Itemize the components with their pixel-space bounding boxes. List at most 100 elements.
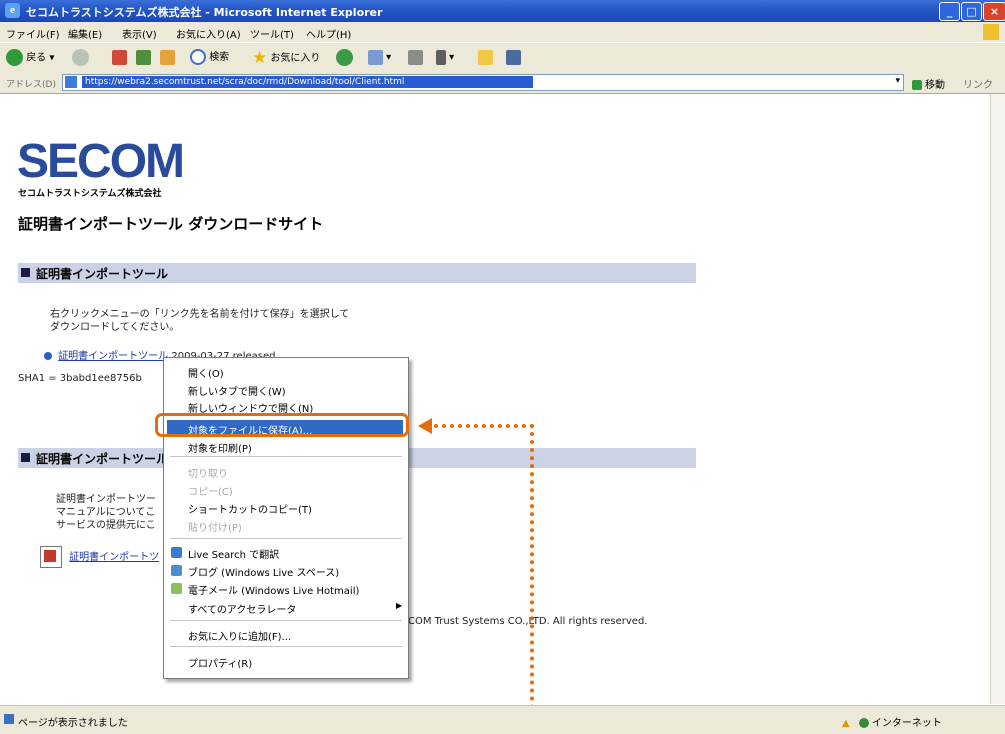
forward-arrow-icon bbox=[72, 49, 89, 66]
manual-download-link[interactable]: 証明書インポートツ bbox=[69, 552, 159, 563]
menu-item-add-favorites[interactable]: お気に入りに追加(F)... bbox=[188, 628, 291, 643]
folder-button[interactable] bbox=[478, 49, 493, 67]
close-button[interactable]: × bbox=[983, 2, 1005, 21]
menu-item-copy: コピー(C) bbox=[188, 487, 233, 498]
menu-separator bbox=[170, 620, 402, 621]
maximize-button[interactable]: □ bbox=[961, 2, 982, 21]
minimize-button[interactable]: _ bbox=[939, 2, 960, 21]
pdf-icon bbox=[40, 546, 62, 568]
home-button[interactable] bbox=[160, 49, 175, 67]
forward-button[interactable] bbox=[72, 49, 89, 67]
address-input[interactable]: https://webra2.secomtrust.net/scra/doc/r… bbox=[62, 74, 904, 91]
menu-item-open-new-tab[interactable]: 新しいタブで開く(W) bbox=[188, 383, 286, 398]
menu-separator bbox=[170, 456, 402, 457]
back-arrow-icon bbox=[6, 49, 23, 66]
tool-download-link[interactable]: 証明書インポートツール bbox=[58, 351, 168, 362]
bullet-square-icon bbox=[21, 453, 30, 462]
edit-icon bbox=[436, 49, 446, 65]
address-label: アドレス(D) bbox=[6, 80, 56, 90]
menu-item-properties[interactable]: プロパティ(R) bbox=[188, 655, 252, 670]
zone-label: インターネット bbox=[871, 718, 942, 729]
star-icon: ★ bbox=[252, 48, 268, 68]
globe-icon bbox=[858, 718, 869, 728]
status-text: ページが表示されました bbox=[18, 718, 128, 729]
menu-separator bbox=[170, 646, 402, 647]
section-title: 証明書インポートツール bbox=[36, 267, 169, 281]
home-icon bbox=[160, 49, 175, 65]
messenger-icon bbox=[506, 49, 521, 65]
search-icon bbox=[190, 49, 206, 65]
page-title: 証明書インポートツール ダウンロードサイト bbox=[18, 215, 324, 233]
history-icon bbox=[336, 49, 353, 66]
refresh-icon bbox=[136, 49, 151, 65]
back-label: 戻る bbox=[26, 52, 47, 64]
refresh-button[interactable] bbox=[136, 49, 151, 67]
favorites-label: お気に入り bbox=[270, 53, 321, 64]
search-button[interactable]: 検索 bbox=[190, 49, 229, 67]
menu-view[interactable]: 表示(V) bbox=[122, 26, 157, 41]
menu-bar: ファイル(F) 編集(E) 表示(V) お気に入り(A) ツール(T) ヘルプ(… bbox=[0, 22, 1005, 42]
mail-button[interactable]: ▾ bbox=[368, 49, 391, 67]
manual-download-row: 証明書インポートツ bbox=[40, 546, 159, 568]
callout-dotted-line bbox=[530, 424, 534, 733]
callout-arrow-icon bbox=[418, 418, 432, 434]
address-bar: アドレス(D) https://webra2.secomtrust.net/sc… bbox=[0, 72, 1005, 94]
secom-logo: SECOM bbox=[17, 135, 185, 188]
menu-separator bbox=[170, 538, 402, 539]
stop-button[interactable] bbox=[112, 49, 127, 67]
menu-tools[interactable]: ツール(T) bbox=[250, 26, 294, 41]
logo-subtitle: セコムトラストシステムズ株式会社 bbox=[18, 189, 162, 199]
edit-button[interactable]: ▾ bbox=[436, 49, 454, 67]
section-header-tool: 証明書インポートツール bbox=[18, 263, 696, 283]
window-title: セコムトラストシステムズ株式会社 - Microsoft Internet Ex… bbox=[26, 6, 383, 19]
dropdown-arrow-icon[interactable]: ▾ bbox=[895, 76, 900, 86]
history-button[interactable] bbox=[336, 49, 353, 67]
back-button[interactable]: 戻る ▾ bbox=[6, 49, 54, 67]
menu-item-open[interactable]: 開く(O) bbox=[188, 365, 224, 380]
go-label: 移動 bbox=[925, 80, 945, 91]
favorites-button[interactable]: ★ お気に入り bbox=[252, 49, 320, 67]
menu-item-translate[interactable]: Live Search で翻訳 bbox=[188, 546, 279, 561]
vertical-scrollbar[interactable] bbox=[990, 94, 1005, 704]
section-title: 証明書インポートツール bbox=[36, 452, 169, 466]
body-line: サービスの提供元にこ bbox=[56, 520, 156, 531]
menu-item-copy-shortcut[interactable]: ショートカットのコピー(T) bbox=[188, 501, 312, 516]
sha1-hash: SHA1 = 3babd1ee8756b bbox=[18, 373, 142, 384]
menu-help[interactable]: ヘルプ(H) bbox=[306, 26, 351, 41]
bullet-icon bbox=[44, 352, 52, 360]
menu-favorites[interactable]: お気に入り(A) bbox=[176, 26, 241, 41]
menu-item-all-accelerators[interactable]: すべてのアクセラレータ bbox=[188, 601, 296, 616]
toolbar: 戻る ▾ 検索 ★ お気に入り ▾ ▾ bbox=[0, 42, 1005, 74]
menu-item-blog[interactable]: ブログ (Windows Live スペース) bbox=[188, 564, 339, 579]
go-arrow-icon bbox=[912, 80, 922, 90]
instruction-line: ダウンロードしてください。 bbox=[50, 322, 180, 333]
menu-item-print-target[interactable]: 対象を印刷(P) bbox=[188, 440, 252, 455]
windows-logo-icon bbox=[983, 24, 999, 40]
stop-icon bbox=[112, 49, 127, 65]
mail-icon bbox=[368, 49, 383, 65]
security-zone: ▲ インターネット bbox=[842, 714, 942, 729]
blog-icon bbox=[171, 565, 182, 576]
callout-dotted-line bbox=[434, 424, 534, 428]
messenger-button[interactable] bbox=[506, 49, 521, 67]
address-url: https://webra2.secomtrust.net/scra/doc/r… bbox=[82, 76, 533, 88]
ie-icon: e bbox=[5, 3, 20, 18]
menu-item-cut: 切り取り bbox=[188, 469, 228, 480]
warning-icon: ▲ bbox=[842, 718, 850, 729]
page-status-icon bbox=[4, 714, 14, 724]
menu-item-paste: 貼り付け(P) bbox=[188, 523, 242, 534]
print-button[interactable] bbox=[408, 49, 423, 67]
search-label: 検索 bbox=[209, 52, 230, 63]
translate-icon bbox=[171, 547, 182, 558]
links-button[interactable]: リンク bbox=[963, 76, 993, 91]
menu-item-email[interactable]: 電子メール (Windows Live Hotmail) bbox=[188, 582, 359, 597]
window-title-bar[interactable]: e セコムトラストシステムズ株式会社 - Microsoft Internet … bbox=[0, 0, 1005, 22]
callout-highlight-box bbox=[155, 413, 409, 437]
go-button[interactable]: 移動 bbox=[912, 76, 945, 91]
context-menu: 開く(O) 新しいタブで開く(W) 新しいウィンドウで開く(N) 対象をファイル… bbox=[163, 357, 409, 679]
folder-icon bbox=[478, 49, 493, 65]
copyright: COM Trust Systems CO.,LTD. All rights re… bbox=[408, 616, 648, 627]
print-icon bbox=[408, 49, 423, 65]
menu-edit[interactable]: 編集(E) bbox=[68, 26, 102, 41]
menu-file[interactable]: ファイル(F) bbox=[6, 26, 60, 41]
